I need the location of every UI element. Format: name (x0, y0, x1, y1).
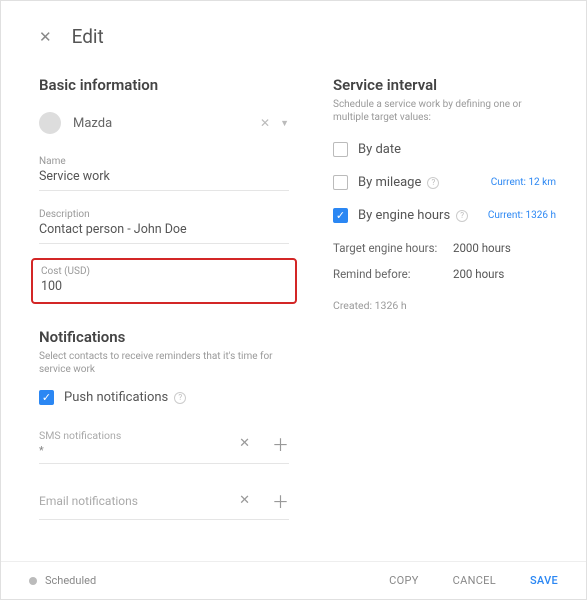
mileage-current-link[interactable]: Current: 12 km (491, 177, 556, 188)
email-label: Email notifications (39, 494, 239, 508)
remove-email-icon[interactable]: ✕ (239, 493, 250, 508)
clear-vehicle-icon[interactable]: ✕ (260, 116, 270, 130)
name-label: Name (39, 156, 289, 167)
cost-field[interactable]: Cost (USD) 100 (31, 258, 297, 304)
target-engine-value[interactable]: 2000 hours (453, 241, 511, 255)
created-label: Created: 1326 h (333, 299, 556, 312)
interval-heading: Service interval (333, 76, 556, 94)
push-label: Push notifications (64, 390, 168, 405)
description-field[interactable]: Description Contact person - John Doe (39, 205, 289, 244)
target-engine-label: Target engine hours: (333, 241, 453, 255)
close-icon[interactable]: ✕ (39, 28, 52, 46)
notifications-subtitle: Select contacts to receive reminders tha… (39, 350, 289, 376)
remove-sms-icon[interactable]: ✕ (239, 436, 250, 451)
add-email-icon[interactable]: ＋ (272, 488, 289, 513)
sms-sub: * (39, 444, 239, 457)
copy-button[interactable]: COPY (389, 574, 418, 587)
target-engine-row: Target engine hours: 2000 hours (333, 241, 556, 255)
push-checkbox[interactable]: ✓ (39, 390, 54, 405)
by-date-label: By date (358, 142, 401, 157)
by-mileage-checkbox[interactable] (333, 175, 348, 190)
status-label: Scheduled (45, 574, 96, 587)
cost-label: Cost (USD) (41, 266, 287, 277)
basic-info-heading: Basic information (39, 76, 289, 94)
description-value: Contact person - John Doe (39, 222, 289, 237)
by-mileage-row: By mileage ? Current: 12 km (333, 175, 556, 190)
remind-before-row: Remind before: 200 hours (333, 267, 556, 281)
by-mileage-label: By mileage (358, 175, 421, 190)
name-field[interactable]: Name Service work (39, 152, 289, 191)
vehicle-name: Mazda (73, 116, 260, 131)
remind-before-label: Remind before: (333, 267, 453, 281)
by-engine-checkbox[interactable]: ✓ (333, 208, 348, 223)
by-date-row: By date (333, 142, 556, 157)
vehicle-avatar (39, 112, 61, 134)
save-button[interactable]: SAVE (530, 574, 558, 587)
push-notifications-row: ✓ Push notifications ? (39, 390, 289, 405)
by-engine-row: ✓ By engine hours ? Current: 1326 h (333, 208, 556, 223)
interval-subtitle: Schedule a service work by defining one … (333, 98, 556, 124)
sms-label: SMS notifications (39, 429, 239, 442)
description-label: Description (39, 209, 289, 220)
page-title: Edit (72, 25, 104, 48)
cost-value: 100 (41, 279, 287, 294)
by-engine-label: By engine hours (358, 208, 450, 223)
chevron-down-icon[interactable]: ▼ (280, 118, 289, 129)
help-icon[interactable]: ? (427, 177, 439, 189)
engine-current-link[interactable]: Current: 1326 h (488, 210, 556, 221)
name-value: Service work (39, 169, 289, 184)
cancel-button[interactable]: CANCEL (453, 574, 496, 587)
help-icon[interactable]: ? (174, 392, 186, 404)
footer: Scheduled COPY CANCEL SAVE (1, 561, 586, 599)
by-date-checkbox[interactable] (333, 142, 348, 157)
sms-notifications-row: SMS notifications * ✕ ＋ (39, 419, 289, 464)
vehicle-selector[interactable]: Mazda ✕ ▼ (39, 112, 289, 134)
add-sms-icon[interactable]: ＋ (272, 431, 289, 456)
notifications-heading: Notifications (39, 328, 289, 346)
email-notifications-row: Email notifications ✕ ＋ (39, 472, 289, 520)
status-dot-icon (29, 577, 37, 585)
remind-before-value[interactable]: 200 hours (453, 267, 504, 281)
help-icon[interactable]: ? (456, 210, 468, 222)
